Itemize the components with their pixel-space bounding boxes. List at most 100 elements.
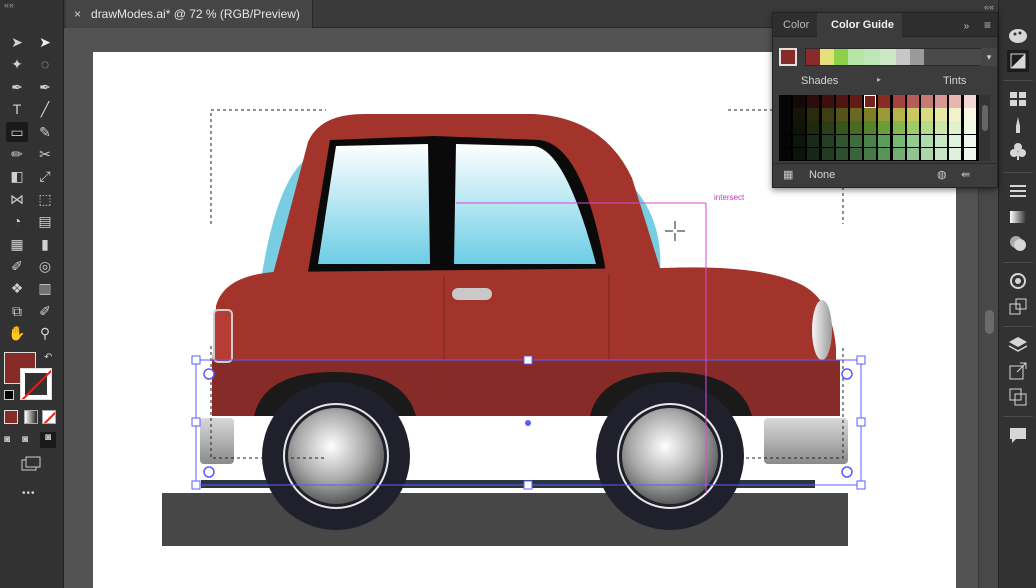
variation-options-icon[interactable]: ▸	[877, 75, 881, 84]
tab-color-guide[interactable]: Color Guide	[817, 13, 902, 37]
save-to-swatches-icon[interactable]: ⇚	[961, 168, 970, 181]
variation-swatch[interactable]	[935, 108, 948, 121]
variation-swatch[interactable]	[835, 147, 848, 161]
variation-swatch[interactable]	[963, 134, 976, 148]
variation-swatch[interactable]	[935, 134, 948, 148]
perspective-grid-tool-icon[interactable]: ▤	[34, 211, 56, 231]
variation-swatch[interactable]	[949, 147, 962, 161]
variation-swatch[interactable]	[921, 134, 933, 148]
variation-swatch[interactable]	[850, 95, 862, 108]
variation-swatch[interactable]	[906, 134, 919, 148]
variation-swatch[interactable]	[949, 108, 962, 121]
variation-swatch[interactable]	[892, 108, 905, 121]
transparency-icon[interactable]	[1007, 232, 1029, 254]
free-transform-tool-icon[interactable]: ⬚	[34, 189, 56, 209]
harmony-color-swatch[interactable]	[820, 49, 834, 65]
shape-builder-tool-icon[interactable]: ◔	[6, 211, 28, 231]
pen-tool-icon[interactable]: ✒	[6, 77, 28, 97]
close-tab-icon[interactable]: ×	[74, 0, 81, 28]
more-tools-icon[interactable]: •••	[22, 488, 36, 499]
appearance-icon[interactable]	[1007, 270, 1029, 292]
width-tool-icon[interactable]: ⋈	[6, 189, 28, 209]
gradient-mode-icon[interactable]	[24, 410, 38, 424]
mesh-tool-icon[interactable]: ▦	[6, 234, 28, 254]
harmony-color-swatch[interactable]	[910, 49, 924, 65]
curvature-tool-icon[interactable]: ✒	[34, 77, 56, 97]
variation-swatch[interactable]	[892, 95, 905, 108]
variation-swatch[interactable]	[779, 121, 791, 134]
artboards-icon[interactable]	[1007, 386, 1029, 408]
pencil-tool-icon[interactable]: ✏	[6, 144, 28, 164]
toolbar-collapse-icon[interactable]: ««	[0, 0, 63, 12]
graphic-styles-icon[interactable]	[1007, 296, 1029, 318]
variation-swatch[interactable]	[850, 121, 862, 134]
hand-tool-icon[interactable]: ✋	[6, 323, 28, 343]
selection-tool-icon[interactable]: ➤	[6, 32, 28, 52]
paintbrush-tool-icon[interactable]: ✎	[34, 122, 56, 142]
harmony-color-swatch[interactable]	[880, 49, 896, 65]
harmony-color-swatch[interactable]	[806, 49, 820, 65]
harmony-color-swatch[interactable]	[896, 49, 910, 65]
gradient-icon[interactable]	[1007, 206, 1029, 228]
variation-swatch[interactable]	[949, 95, 962, 108]
variation-swatch[interactable]	[906, 95, 919, 108]
variation-swatch[interactable]	[921, 121, 933, 134]
lasso-tool-icon[interactable]: ◌	[34, 54, 56, 74]
variation-swatch[interactable]	[779, 95, 791, 108]
variation-swatch[interactable]	[878, 108, 891, 121]
draw-normal-icon[interactable]: ◙	[4, 434, 20, 448]
gradient-tool-icon[interactable]: ▮	[34, 234, 56, 254]
stroke-swatch[interactable]	[20, 368, 52, 400]
variation-swatch[interactable]	[963, 108, 976, 121]
default-fill-stroke-icon[interactable]	[4, 390, 14, 400]
type-tool-icon[interactable]: T	[6, 99, 28, 119]
scissors-tool-icon[interactable]: ✂	[34, 144, 56, 164]
variation-swatch[interactable]	[807, 147, 820, 161]
harmony-rules-dropdown[interactable]: ▾	[981, 48, 997, 66]
scale-tool-icon[interactable]: ⤢	[34, 166, 56, 186]
variation-swatch[interactable]	[807, 108, 820, 121]
color-mode-icon[interactable]	[4, 410, 18, 424]
variation-swatch[interactable]	[821, 108, 834, 121]
harmony-color-swatch[interactable]	[924, 49, 984, 65]
variation-swatch[interactable]	[821, 95, 834, 108]
variation-swatch[interactable]	[949, 134, 962, 148]
swap-fill-stroke-icon[interactable]: ↶	[44, 352, 52, 363]
variation-swatch[interactable]	[793, 108, 806, 121]
blend-tool-icon[interactable]: ◎	[34, 256, 56, 276]
slice-tool-icon[interactable]: ✐	[34, 301, 56, 321]
variation-swatch[interactable]	[850, 134, 862, 148]
variation-swatch[interactable]	[878, 134, 891, 148]
zoom-tool-icon[interactable]: ⚲	[34, 323, 56, 343]
magic-wand-tool-icon[interactable]: ✦	[6, 54, 28, 74]
artboard-tool-icon[interactable]: ⧉	[6, 301, 28, 321]
variation-swatch[interactable]	[892, 147, 905, 161]
screen-mode-icon[interactable]	[20, 456, 42, 472]
tab-color[interactable]: Color	[775, 13, 817, 37]
variation-swatch[interactable]	[821, 121, 834, 134]
eyedropper-tool-icon[interactable]: ✐	[6, 256, 28, 276]
brushes-icon[interactable]	[1007, 114, 1029, 136]
layers-icon[interactable]	[1007, 334, 1029, 356]
symbol-sprayer-tool-icon[interactable]: ❖	[6, 278, 28, 298]
variation-swatch[interactable]	[935, 121, 948, 134]
variation-swatch[interactable]	[878, 95, 891, 108]
variation-swatch[interactable]	[906, 121, 919, 134]
variation-swatch[interactable]	[807, 95, 820, 108]
variation-swatch[interactable]	[864, 108, 877, 121]
variation-swatch[interactable]	[807, 134, 820, 148]
column-graph-tool-icon[interactable]: ▥	[34, 278, 56, 298]
variation-swatch[interactable]	[906, 147, 919, 161]
variation-swatch[interactable]	[935, 147, 948, 161]
panel-menu-icon[interactable]: ≡	[984, 18, 991, 32]
variation-swatch[interactable]	[821, 147, 834, 161]
variation-swatch[interactable]	[921, 108, 933, 121]
variation-swatch[interactable]	[963, 147, 976, 161]
variation-swatch[interactable]	[807, 121, 820, 134]
draw-behind-icon[interactable]: ◙	[22, 434, 38, 448]
base-color-swatch[interactable]	[779, 48, 797, 66]
panel-collapse-icon[interactable]: »	[964, 21, 970, 32]
tabbar-collapse-icon[interactable]: ««	[984, 2, 994, 12]
variation-swatch[interactable]	[864, 134, 877, 148]
variation-swatch[interactable]	[963, 95, 976, 108]
